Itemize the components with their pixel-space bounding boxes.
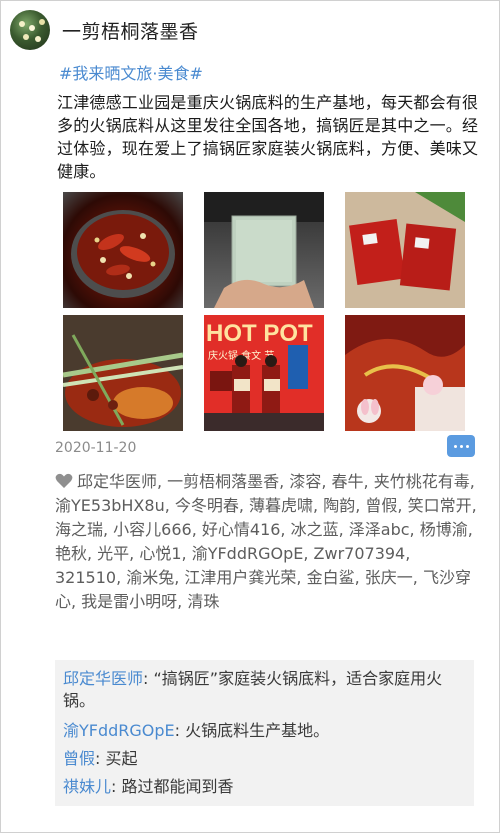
comment-author[interactable]: 祺妹儿 <box>63 777 111 796</box>
dot-icon <box>459 444 463 448</box>
comment-author[interactable]: 渝YFddRGOpE <box>63 721 175 740</box>
festival-banner-text: HOT POT <box>206 320 313 347</box>
post-header: 一剪梧桐落墨香 <box>10 8 199 52</box>
dot-icon <box>453 444 457 448</box>
likes-names[interactable]: 邱定华医师, 一剪梧桐落墨香, 漆容, 春牛, 夹竹桃花有毒, 渝YE53bHX… <box>55 472 477 611</box>
comment-item[interactable]: 渝YFddRGOpE: 火锅底料生产基地。 <box>63 720 468 742</box>
comment-item[interactable]: 曾假: 买起 <box>63 748 468 770</box>
hashtag-link[interactable]: #我来晒文旅·美食# <box>59 60 203 84</box>
photo-grid: HOT POT 庆火锅 食文 节 <box>63 192 465 432</box>
comments-section: 邱定华医师: “搞锅匠”家庭装火锅底料，适合家庭用火锅。 渝YFddRGOpE:… <box>55 660 474 806</box>
username[interactable]: 一剪梧桐落墨香 <box>62 17 199 44</box>
photo-seasoning-packet[interactable] <box>204 192 324 308</box>
comment-text: 火锅底料生产基地。 <box>185 721 330 740</box>
comment-text: 路过都能闻到香 <box>121 777 234 796</box>
comment-text: 买起 <box>105 749 138 768</box>
photo-hotpot-festival[interactable]: HOT POT 庆火锅 食文 节 <box>204 315 324 431</box>
comment-separator: : <box>174 721 186 740</box>
likes-list: 邱定华医师, 一剪梧桐落墨香, 漆容, 春牛, 夹竹桃花有毒, 渝YE53bHX… <box>55 470 480 614</box>
comment-separator: : <box>111 777 122 796</box>
comment-item[interactable]: 祺妹儿: 路过都能闻到香 <box>63 776 468 798</box>
avatar[interactable] <box>10 10 50 50</box>
post-date: 2020-11-20 <box>55 440 137 456</box>
comment-separator: : <box>143 669 154 688</box>
dot-icon <box>465 444 469 448</box>
comment-author[interactable]: 邱定华医师 <box>63 669 143 688</box>
photo-red-packages[interactable] <box>345 192 465 308</box>
photo-hotpot-pot[interactable] <box>63 192 183 308</box>
post-text: 江津德感工业园是重庆火锅底料的生产基地，每天都会有很多的火锅底料从这里发往全国各… <box>57 93 479 181</box>
photo-boiling-hotpot[interactable] <box>345 315 465 431</box>
comment-action-button[interactable] <box>447 435 475 457</box>
comment-item[interactable]: 邱定华医师: “搞锅匠”家庭装火锅底料，适合家庭用火锅。 <box>63 668 468 712</box>
heart-icon <box>55 473 73 488</box>
comment-separator: : <box>95 749 106 768</box>
photo-chili-spices[interactable] <box>63 315 183 431</box>
comment-author[interactable]: 曾假 <box>63 749 95 768</box>
